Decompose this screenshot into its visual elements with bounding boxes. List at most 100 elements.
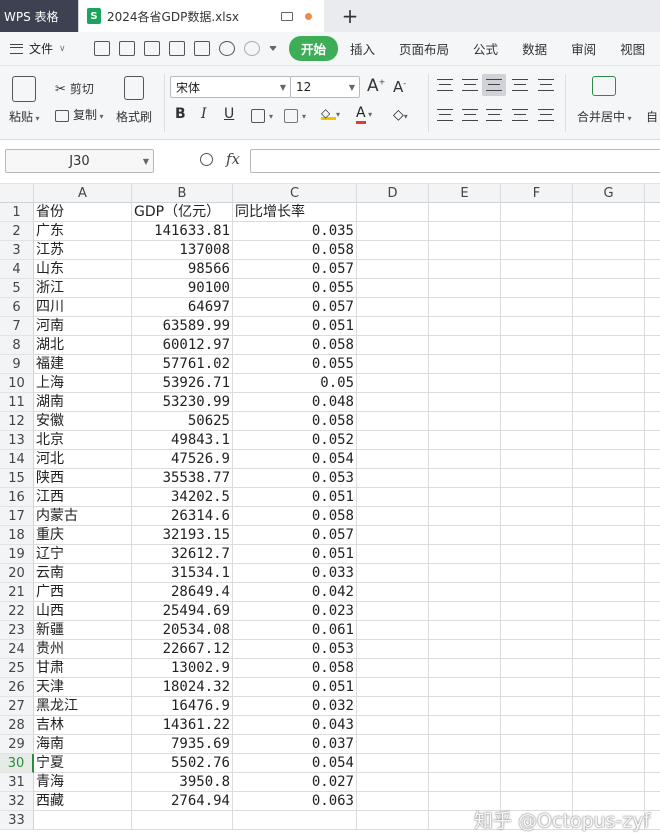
cell[interactable]: 31534.1 xyxy=(132,564,233,583)
cell[interactable]: 辽宁 xyxy=(34,545,132,564)
cell[interactable] xyxy=(501,773,573,792)
cell[interactable] xyxy=(429,298,501,317)
row-header[interactable]: 21 xyxy=(0,583,34,602)
cell[interactable]: 甘肃 xyxy=(34,659,132,678)
cell[interactable] xyxy=(501,298,573,317)
tab-data[interactable]: 数据 xyxy=(510,39,559,58)
cell[interactable] xyxy=(573,317,645,336)
cell[interactable] xyxy=(429,488,501,507)
cell[interactable]: 湖北 xyxy=(34,336,132,355)
cell[interactable] xyxy=(429,716,501,735)
cell[interactable]: 新疆 xyxy=(34,621,132,640)
cell[interactable] xyxy=(357,203,429,222)
cell[interactable] xyxy=(357,583,429,602)
cell[interactable] xyxy=(357,678,429,697)
cell[interactable]: 53926.71 xyxy=(132,374,233,393)
cell[interactable] xyxy=(357,526,429,545)
cell[interactable] xyxy=(501,488,573,507)
row-header[interactable]: 2 xyxy=(0,222,34,241)
cell[interactable] xyxy=(429,602,501,621)
cell[interactable] xyxy=(501,716,573,735)
fx-label[interactable]: fx xyxy=(226,150,240,168)
cell[interactable] xyxy=(357,260,429,279)
cell[interactable]: 18024.32 xyxy=(132,678,233,697)
cell[interactable] xyxy=(573,336,645,355)
cell[interactable] xyxy=(429,260,501,279)
cell[interactable]: 0.035 xyxy=(233,222,357,241)
underline-button[interactable]: U xyxy=(224,106,234,122)
cell[interactable] xyxy=(429,450,501,469)
cell[interactable] xyxy=(501,412,573,431)
cell[interactable] xyxy=(357,355,429,374)
cell[interactable] xyxy=(357,545,429,564)
new-tab-button[interactable]: + xyxy=(324,0,376,32)
cell[interactable]: 河北 xyxy=(34,450,132,469)
cell[interactable]: 0.053 xyxy=(233,469,357,488)
name-box[interactable]: J30 ▼ xyxy=(5,149,154,173)
column-header-g[interactable]: G xyxy=(573,184,645,203)
document-tab[interactable]: S 2024各省GDP数据.xlsx xyxy=(78,0,324,32)
cell[interactable]: 重庆 xyxy=(34,526,132,545)
cell[interactable] xyxy=(645,336,660,355)
cell[interactable]: 0.037 xyxy=(233,735,357,754)
cell[interactable]: 青海 xyxy=(34,773,132,792)
cell[interactable] xyxy=(501,735,573,754)
cell[interactable] xyxy=(357,450,429,469)
cell[interactable] xyxy=(645,621,660,640)
cell[interactable] xyxy=(645,697,660,716)
cell[interactable] xyxy=(573,431,645,450)
select-all-corner[interactable] xyxy=(0,184,34,203)
cell[interactable] xyxy=(429,526,501,545)
cell[interactable] xyxy=(429,773,501,792)
column-header-b[interactable]: B xyxy=(132,184,233,203)
cell[interactable]: 上海 xyxy=(34,374,132,393)
cell[interactable]: 0.057 xyxy=(233,260,357,279)
cell[interactable] xyxy=(573,203,645,222)
cell[interactable]: 53230.99 xyxy=(132,393,233,412)
cell[interactable]: 64697 xyxy=(132,298,233,317)
cell[interactable]: 0.055 xyxy=(233,355,357,374)
row-header[interactable]: 12 xyxy=(0,412,34,431)
column-header-f[interactable]: F xyxy=(501,184,573,203)
cell[interactable] xyxy=(132,811,233,830)
align-left-button[interactable] xyxy=(433,104,457,126)
cell[interactable] xyxy=(357,279,429,298)
cell[interactable] xyxy=(645,602,660,621)
cell[interactable]: 海南 xyxy=(34,735,132,754)
cell[interactable]: 5502.76 xyxy=(132,754,233,773)
cell[interactable] xyxy=(501,545,573,564)
cell[interactable] xyxy=(645,469,660,488)
justify-button[interactable] xyxy=(508,104,532,126)
cell[interactable] xyxy=(357,431,429,450)
cell[interactable]: 32612.7 xyxy=(132,545,233,564)
cell[interactable] xyxy=(573,374,645,393)
cell[interactable] xyxy=(429,431,501,450)
cell[interactable] xyxy=(429,355,501,374)
distribute-button[interactable] xyxy=(534,104,558,126)
cell[interactable] xyxy=(573,602,645,621)
row-header[interactable]: 3 xyxy=(0,241,34,260)
row-header[interactable]: 25 xyxy=(0,659,34,678)
cell[interactable] xyxy=(645,564,660,583)
cell[interactable]: 0.042 xyxy=(233,583,357,602)
column-header-h-partial[interactable] xyxy=(645,184,660,203)
cell[interactable]: 0.051 xyxy=(233,678,357,697)
paste-label[interactable]: 粘贴 ▾ xyxy=(9,108,40,125)
cell[interactable]: 山东 xyxy=(34,260,132,279)
cell[interactable] xyxy=(429,412,501,431)
cell[interactable] xyxy=(501,583,573,602)
cell[interactable] xyxy=(573,260,645,279)
cell[interactable] xyxy=(501,203,573,222)
cell[interactable]: 江苏 xyxy=(34,241,132,260)
cell[interactable]: 同比增长率 xyxy=(233,203,357,222)
undo-icon[interactable] xyxy=(219,41,235,56)
cell[interactable]: 13002.9 xyxy=(132,659,233,678)
cell[interactable]: 云南 xyxy=(34,564,132,583)
row-header[interactable]: 24 xyxy=(0,640,34,659)
align-bottom-button[interactable] xyxy=(482,74,506,96)
cell[interactable] xyxy=(429,564,501,583)
cell[interactable]: 98566 xyxy=(132,260,233,279)
cell[interactable] xyxy=(645,659,660,678)
cell[interactable] xyxy=(645,260,660,279)
save-icon[interactable] xyxy=(119,41,135,56)
